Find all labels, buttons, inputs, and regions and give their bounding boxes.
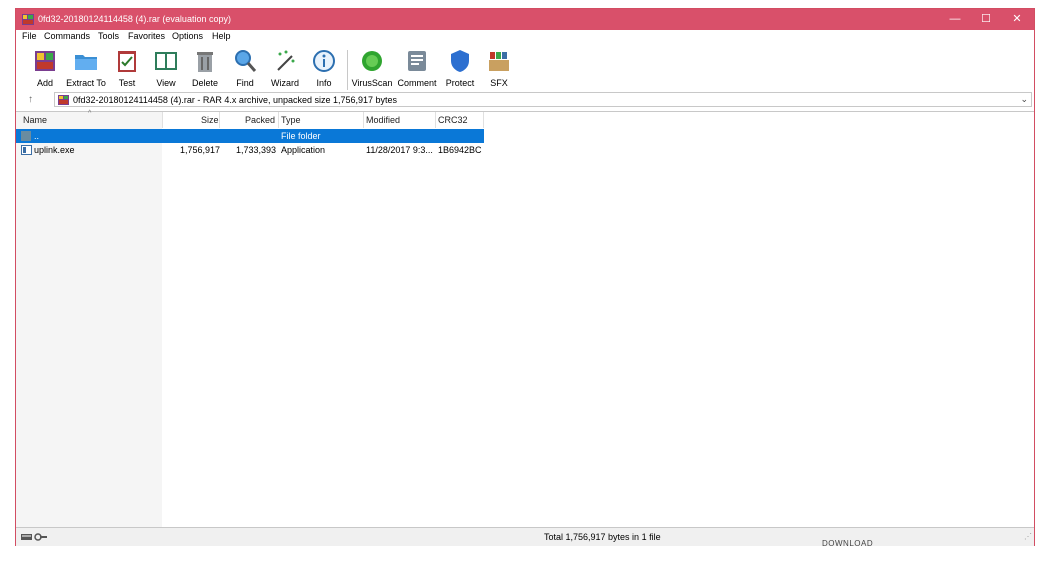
up-arrow-icon[interactable]: ↑ <box>28 94 38 106</box>
view-book-icon <box>155 52 177 70</box>
background-page-strip <box>0 546 1050 561</box>
file-size: 1,756,917 <box>180 145 221 155</box>
find-button[interactable]: Find <box>228 46 262 94</box>
background-download-text: DOWNLOAD <box>822 539 874 548</box>
selection-highlight <box>16 129 484 143</box>
menu-options[interactable]: Options <box>172 31 203 41</box>
virus-scan-icon <box>362 51 382 71</box>
chevron-down-icon[interactable]: ⌄ <box>1020 94 1028 105</box>
minimize-button[interactable]: — <box>940 9 970 30</box>
column-separator[interactable] <box>162 112 163 128</box>
find-magnifier-icon <box>235 50 257 72</box>
column-header-modified[interactable]: Modified <box>366 112 400 128</box>
column-separator[interactable] <box>483 112 484 128</box>
info-label: Info <box>316 78 332 88</box>
archive-path-field[interactable]: 0fd32-20180124114458 (4).rar - RAR 4.x a… <box>54 92 1032 107</box>
table-row[interactable]: uplink.exe 1,756,917 1,733,393 Applicati… <box>16 143 1034 157</box>
column-separator[interactable] <box>435 112 436 128</box>
toolbar: Add Extract To Test View Delete Find Wiz… <box>16 44 1034 96</box>
column-header-packed[interactable]: Packed <box>245 112 275 128</box>
status-text: Total 1,756,917 bytes in 1 file <box>544 532 661 542</box>
column-header-size[interactable]: Size <box>201 112 219 128</box>
sfx-button[interactable]: SFX <box>482 46 516 94</box>
column-separator[interactable] <box>363 112 364 128</box>
wizard-button[interactable]: Wizard <box>266 46 304 94</box>
sfx-label: SFX <box>490 78 508 88</box>
add-label: Add <box>36 78 53 88</box>
file-type: File folder <box>281 131 321 141</box>
info-button[interactable]: Info <box>307 46 341 94</box>
menu-bar: File Commands Tools Favorites Options He… <box>16 30 1034 44</box>
add-button[interactable]: Add <box>28 46 62 94</box>
address-bar: ↑ 0fd32-20180124114458 (4).rar - RAR 4.x… <box>16 91 1034 109</box>
test-label: Test <box>118 78 136 88</box>
winrar-window: 0fd32-20180124114458 (4).rar (evaluation… <box>15 8 1035 546</box>
file-type: Application <box>281 145 326 155</box>
column-header-type[interactable]: Type <box>281 112 301 128</box>
comment-button[interactable]: Comment <box>396 46 438 94</box>
winrar-app-icon <box>22 14 34 25</box>
menu-favorites[interactable]: Favorites <box>128 31 165 41</box>
file-name: uplink.exe <box>34 145 75 155</box>
sort-ascending-icon: ^ <box>88 110 92 117</box>
delete-trash-icon <box>197 52 213 72</box>
menu-commands[interactable]: Commands <box>44 31 90 41</box>
virusscan-button[interactable]: VirusScan <box>351 46 393 94</box>
rar-archive-icon <box>58 95 69 105</box>
wizard-wand-icon <box>277 50 295 71</box>
application-icon <box>21 145 32 155</box>
column-separator[interactable] <box>219 112 220 128</box>
column-separator[interactable] <box>278 112 279 128</box>
test-clipboard-icon <box>118 51 136 72</box>
test-button[interactable]: Test <box>110 46 144 94</box>
virusscan-label: VirusScan <box>351 78 393 88</box>
toolbar-separator <box>347 50 348 90</box>
menu-tools[interactable]: Tools <box>98 31 119 41</box>
find-label: Find <box>236 78 254 88</box>
folder-icon <box>21 131 31 141</box>
extract-folder-icon <box>75 55 97 70</box>
sfx-box-icon <box>489 52 509 71</box>
maximize-button[interactable]: ☐ <box>971 9 1001 30</box>
parent-folder-row[interactable]: .. File folder <box>16 129 1034 143</box>
add-archive-icon <box>35 51 55 71</box>
comment-icon <box>408 51 426 71</box>
menu-file[interactable]: File <box>22 31 37 41</box>
comment-label: Comment <box>397 78 437 88</box>
title-bar[interactable]: 0fd32-20180124114458 (4).rar (evaluation… <box>16 9 1034 30</box>
column-header-crc32[interactable]: CRC32 <box>438 112 468 128</box>
protect-button[interactable]: Protect <box>442 46 478 94</box>
delete-label: Delete <box>191 78 218 88</box>
file-modified: 11/28/2017 9:3... <box>366 145 433 155</box>
archive-path-text: 0fd32-20180124114458 (4).rar - RAR 4.x a… <box>73 95 398 105</box>
window-title: 0fd32-20180124114458 (4).rar (evaluation… <box>38 14 231 24</box>
column-header-name[interactable]: Name <box>23 112 47 128</box>
file-packed: 1,733,393 <box>236 145 277 155</box>
extract-to-button[interactable]: Extract To <box>64 46 108 94</box>
protect-label: Protect <box>445 78 475 88</box>
close-button[interactable]: ✕ <box>1002 9 1032 30</box>
info-icon <box>313 50 335 72</box>
menu-help[interactable]: Help <box>212 31 231 41</box>
delete-button[interactable]: Delete <box>188 46 222 94</box>
extract-to-label: Extract To <box>66 78 106 88</box>
resize-grip-icon[interactable]: ⋰ <box>1024 532 1032 541</box>
name-column-background <box>16 112 162 528</box>
file-name: .. <box>34 131 40 141</box>
status-bar: Total 1,756,917 bytes in 1 file ⋰ <box>16 527 1034 546</box>
file-list[interactable]: ^ Name Size Packed Type Modified CRC32 .… <box>16 110 1034 528</box>
view-label: View <box>156 78 176 88</box>
protect-shield-icon <box>451 50 469 72</box>
drive-key-icon[interactable] <box>21 532 49 542</box>
file-crc32: 1B6942BC <box>438 145 482 155</box>
wizard-label: Wizard <box>270 78 299 88</box>
view-button[interactable]: View <box>149 46 183 94</box>
